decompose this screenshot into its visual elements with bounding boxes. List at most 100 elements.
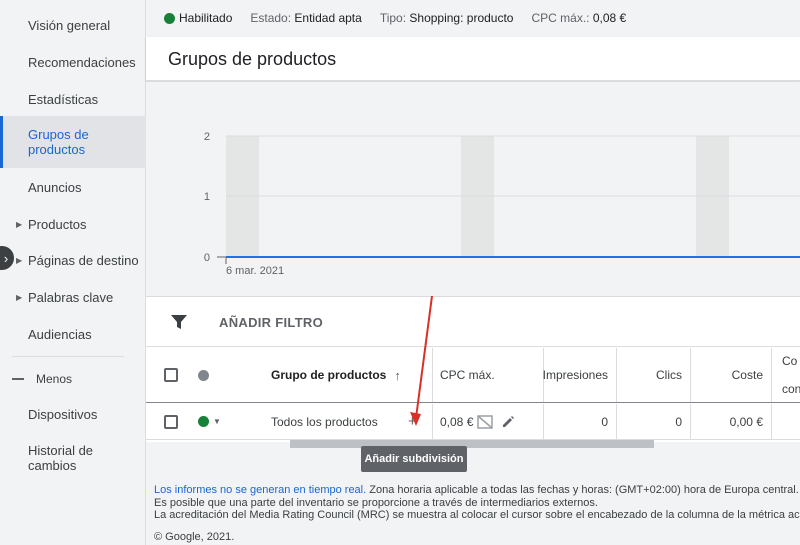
y-tick-label: 1 (204, 191, 210, 203)
chart-band (696, 136, 729, 258)
y-tick-label: 2 (204, 131, 210, 143)
row-checkbox[interactable] (164, 404, 178, 439)
column-divider (771, 404, 772, 439)
column-header-clics[interactable]: Clics (617, 348, 690, 402)
sidebar-menos-toggle[interactable]: Menos (12, 372, 72, 386)
sidebar-item-productos[interactable]: ▶ Productos (0, 214, 146, 234)
image-off-icon (477, 414, 494, 429)
x-tick-label: 6 mar. 2021 (226, 265, 284, 277)
title-card: Grupos de productos (146, 37, 800, 81)
sidebar-item-anuncios[interactable]: Anuncios (0, 177, 146, 197)
sidebar-item-label: Palabras clave (28, 289, 114, 305)
row-grupo-value: Todos los productos (271, 414, 378, 429)
enabled-status-icon (164, 12, 175, 24)
sidebar-item-label: Estadísticas (28, 91, 99, 107)
add-subdivision-tooltip: Añadir subdivisión (361, 446, 467, 472)
sidebar: Visión general Recomendaciones Estadísti… (0, 0, 146, 545)
sidebar-item-recomendaciones[interactable]: Recomendaciones (0, 52, 146, 72)
column-header-label: conv (782, 382, 800, 396)
checkbox-icon (164, 414, 178, 429)
chevron-right-icon: › (3, 250, 9, 266)
sidebar-item-dispositivos[interactable]: Dispositivos (0, 404, 146, 424)
cpc-value: 0,08 € (592, 11, 627, 25)
sidebar-item-label: Anuncios (28, 179, 82, 195)
tipo-value: Shopping: producto (409, 11, 514, 25)
sidebar-item-label: Historial de cambios (28, 443, 94, 473)
horizontal-scrollbar[interactable] (290, 440, 654, 448)
chart-band (226, 136, 259, 258)
row-cpc[interactable]: 0,08 € (440, 404, 515, 439)
status-tipo: Tipo: Shopping: producto (380, 11, 514, 25)
row-impresiones-value: 0 (601, 414, 608, 429)
sidebar-item-label: Productos (28, 216, 87, 232)
row-grupo[interactable]: Todos los productos (271, 404, 378, 439)
y-tick-label: 0 (204, 252, 210, 264)
sidebar-item-audiencias[interactable]: Audiencias (0, 324, 146, 344)
status-estado: Estado: Entidad apta (250, 11, 361, 25)
caret-right-icon: ▶ (16, 255, 23, 265)
sidebar-item-label: Páginas de destino (28, 252, 139, 268)
copyright: © Google, 2021. (154, 531, 235, 543)
status-cpc[interactable]: CPC máx.: 0,08 € (531, 11, 626, 25)
estado-value: Entidad apta (294, 11, 362, 25)
row-clics: 0 (617, 404, 690, 439)
table-row: ▼ Todos los productos + 0,08 € 0 0 0,00 … (146, 404, 800, 440)
sidebar-item-palabras-clave[interactable]: ▶ Palabras clave (0, 287, 146, 307)
row-status-dropdown[interactable]: ▼ (198, 404, 221, 439)
sidebar-item-vision-general[interactable]: Visión general (0, 15, 146, 35)
column-header-label: Clics (656, 368, 682, 382)
sidebar-item-paginas-de-destino[interactable]: ▶ Páginas de destino (0, 250, 146, 270)
add-filter-button[interactable]: AÑADIR FILTRO (219, 315, 323, 330)
minus-icon (12, 378, 24, 380)
arrow-shaft (415, 295, 433, 419)
column-divider (771, 348, 772, 402)
chart-band (461, 136, 494, 258)
chart-svg: 2 1 0 6 mar. 2021 (204, 131, 800, 277)
sidebar-item-label: Recomendaciones (28, 54, 136, 70)
sidebar-item-label: Dispositivos (28, 406, 98, 422)
column-header-coste[interactable]: Coste (691, 348, 771, 402)
edit-pencil-icon[interactable] (501, 415, 515, 429)
footer-notes: Los informes no se generan en tiempo rea… (154, 484, 800, 522)
reports-not-realtime-link[interactable]: Los informes no se generan en tiempo rea… (154, 484, 366, 496)
row-coste: 0,00 € (691, 404, 771, 439)
product-groups-table: AÑADIR FILTRO Grupo de productos ↑ CPC má… (146, 296, 800, 442)
table-header-row: Grupo de productos ↑ CPC máx. Impresiones… (146, 348, 800, 403)
status-bar: Habilitado Estado: Entidad apta Tipo: Sh… (146, 0, 800, 36)
sidebar-item-estadisticas[interactable]: Estadísticas (0, 89, 146, 109)
sidebar-menos-label: Menos (36, 372, 73, 386)
tipo-label: Tipo: (379, 11, 407, 25)
checkbox-icon (164, 368, 178, 382)
caret-down-icon: ▼ (213, 417, 221, 426)
annotation-arrow (410, 295, 433, 426)
row-impresiones: 0 (544, 404, 616, 439)
sidebar-item-grupos-de-productos[interactable]: Grupos de productos (0, 116, 146, 168)
main-content: Habilitado Estado: Entidad apta Tipo: Sh… (146, 0, 800, 545)
filter-icon[interactable] (171, 314, 187, 330)
sidebar-divider (12, 356, 124, 357)
column-header-label: CPC máx. (440, 368, 495, 382)
caret-right-icon: ▶ (16, 292, 23, 302)
select-all-checkbox[interactable] (164, 348, 178, 402)
column-header-impresiones[interactable]: Impresiones (542, 348, 616, 402)
cpc-label: CPC máx.: (531, 11, 590, 25)
column-header-label: Co (782, 354, 798, 368)
enabled-status-icon (198, 416, 209, 427)
caret-right-icon: ▶ (16, 219, 23, 229)
status-column-header (198, 348, 209, 402)
estado-label: Estado: (250, 11, 292, 25)
sidebar-item-label: Audiencias (28, 326, 92, 342)
footer-line-1: Los informes no se generan en tiempo rea… (154, 484, 800, 497)
column-header-grupo[interactable]: Grupo de productos ↑ (271, 348, 401, 402)
footer-line-2: Es posible que una parte del inventario … (154, 496, 598, 509)
row-clics-value: 0 (675, 414, 682, 429)
column-header-label: Impresiones (542, 368, 608, 382)
column-header-label: Grupo de productos (271, 368, 387, 382)
column-header-cpc[interactable]: CPC máx. (440, 348, 495, 402)
filter-row: AÑADIR FILTRO (146, 297, 800, 347)
footer-line-3: La acreditación del Media Rating Council… (154, 509, 800, 521)
status-enabled[interactable]: Habilitado (164, 11, 232, 25)
column-header-conversions[interactable]: Co conv (782, 348, 800, 402)
row-cpc-value: 0,08 € (440, 414, 474, 429)
sidebar-item-historial-de-cambios[interactable]: Historial de cambios (0, 442, 146, 474)
